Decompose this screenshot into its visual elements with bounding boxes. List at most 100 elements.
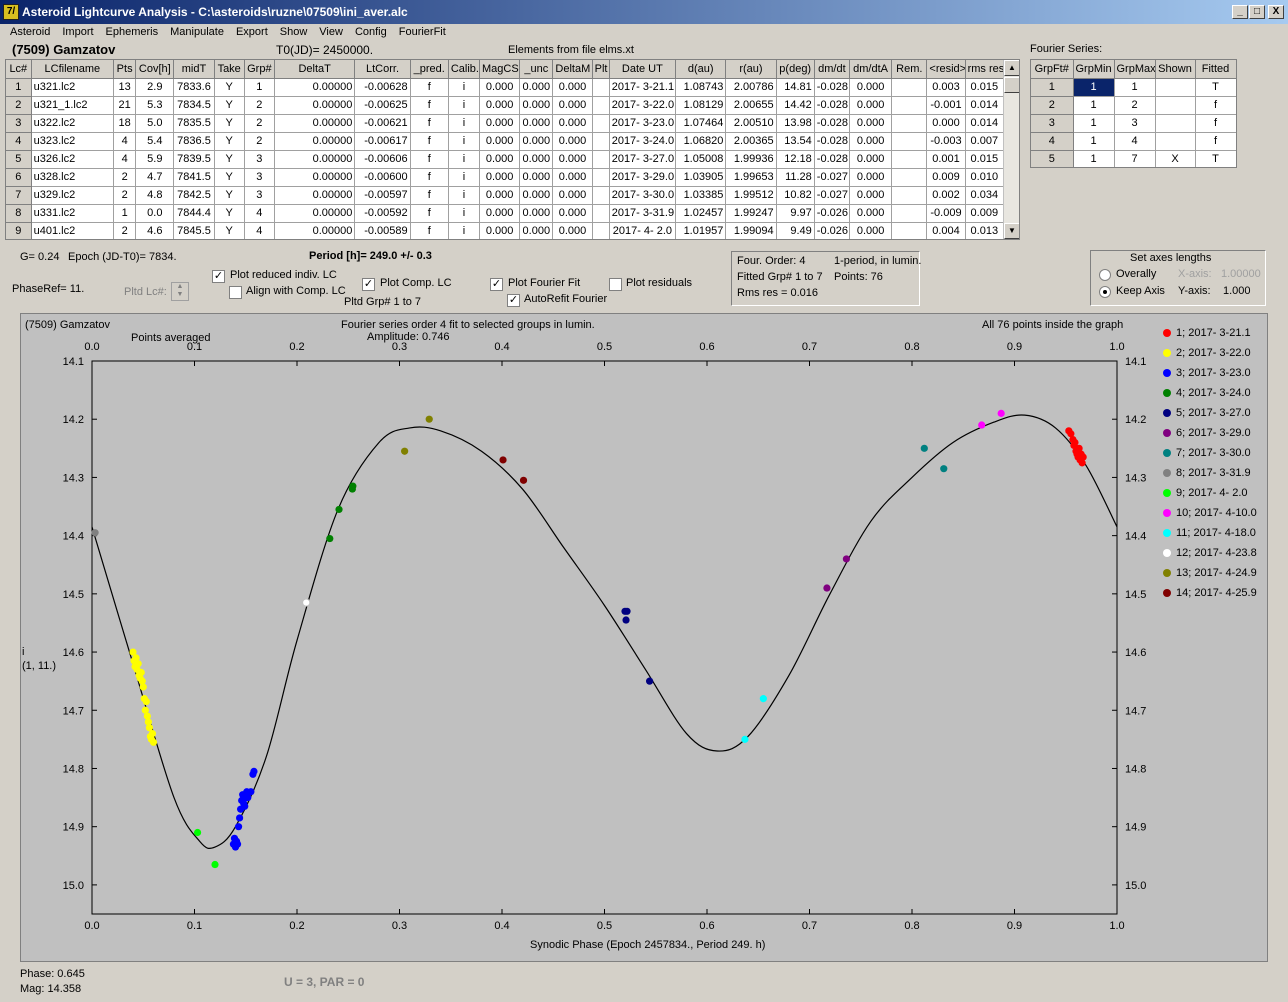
table-cell[interactable]: 7842.5 xyxy=(173,186,215,205)
table-cell[interactable]: 7845.5 xyxy=(173,222,215,239)
table-cell[interactable]: -0.009 xyxy=(926,204,966,223)
table-cell[interactable]: 1.99936 xyxy=(725,150,777,169)
lc-col-header[interactable]: LtCorr. xyxy=(354,60,411,79)
table-cell[interactable]: i xyxy=(448,150,481,169)
table-cell[interactable]: 0.000 xyxy=(479,96,521,115)
table-cell[interactable]: 0.014 xyxy=(965,96,1005,115)
table-cell[interactable]: 1 xyxy=(1073,96,1115,115)
table-cell[interactable]: i xyxy=(448,204,481,223)
lc-col-header[interactable]: Calib. xyxy=(448,60,481,79)
fourier-col-header[interactable]: GrpMax xyxy=(1114,60,1156,79)
menu-manipulate[interactable]: Manipulate xyxy=(164,24,230,41)
table-cell[interactable]: 1.99094 xyxy=(725,222,777,239)
table-cell[interactable]: Y xyxy=(214,78,245,97)
lc-col-header[interactable]: Take xyxy=(214,60,245,79)
table-cell[interactable]: f xyxy=(1195,114,1236,133)
table-cell[interactable]: 4.8 xyxy=(135,186,175,205)
table-cell[interactable] xyxy=(891,204,928,223)
table-cell[interactable]: 13 xyxy=(113,78,137,97)
table-cell[interactable]: 5.4 xyxy=(135,132,175,151)
table-cell[interactable]: 7834.5 xyxy=(173,96,215,115)
table-cell[interactable]: 1 xyxy=(113,204,137,223)
table-cell[interactable]: u331.lc2 xyxy=(31,204,115,223)
table-cell[interactable]: 5 xyxy=(1031,150,1074,167)
table-cell[interactable]: 0.034 xyxy=(965,186,1005,205)
table-cell[interactable]: 5.0 xyxy=(135,114,175,133)
table-cell[interactable]: 0.00000 xyxy=(274,114,356,133)
table-cell[interactable]: 0.000 xyxy=(849,168,893,187)
table-cell[interactable]: -0.028 xyxy=(814,78,850,97)
lc-col-header[interactable]: _pred. xyxy=(410,60,449,79)
table-cell[interactable]: 0.000 xyxy=(552,168,593,187)
table-cell[interactable]: 7839.5 xyxy=(173,150,215,169)
table-cell[interactable]: -0.028 xyxy=(814,114,850,133)
table-cell[interactable]: 0.000 xyxy=(519,78,554,97)
table-cell[interactable]: -0.00597 xyxy=(354,186,411,205)
table-cell[interactable]: 0.00000 xyxy=(274,186,356,205)
table-cell[interactable]: 7844.4 xyxy=(173,204,215,223)
table-cell[interactable]: i xyxy=(448,96,481,115)
table-cell[interactable]: 11.28 xyxy=(776,168,815,187)
table-cell[interactable]: 0.000 xyxy=(552,150,593,169)
table-cell[interactable]: 4 xyxy=(113,150,137,169)
table-cell[interactable]: 7833.6 xyxy=(173,78,215,97)
table-cell[interactable]: 1 xyxy=(244,78,275,97)
table-cell[interactable]: 3 xyxy=(244,186,275,205)
keep-axis-radio[interactable] xyxy=(1099,286,1111,298)
plot-reduced-checkbox[interactable]: ✓ xyxy=(212,270,225,283)
table-cell[interactable]: 4 xyxy=(1114,132,1156,151)
table-cell[interactable]: i xyxy=(448,114,481,133)
table-cell[interactable]: -0.028 xyxy=(814,150,850,169)
scroll-down-icon[interactable]: ▼ xyxy=(1004,223,1019,239)
table-cell[interactable]: u321.lc2 xyxy=(31,78,115,97)
table-cell[interactable]: 4 xyxy=(113,132,137,151)
table-row[interactable]: 9 u401.lc2 2 4.6 7845.5 Y 4 0.00000 -0.00589 f i 0.… xyxy=(6,222,1005,239)
plot-residuals-checkbox[interactable] xyxy=(609,278,622,291)
table-cell[interactable] xyxy=(592,222,610,239)
table-cell[interactable]: 2.00655 xyxy=(725,96,777,115)
table-cell[interactable]: 7835.5 xyxy=(173,114,215,133)
table-cell[interactable]: 0.000 xyxy=(849,150,893,169)
menu-view[interactable]: View xyxy=(313,24,349,41)
table-cell[interactable]: 0.00000 xyxy=(274,204,356,223)
table-cell[interactable]: 2.00510 xyxy=(725,114,777,133)
table-cell[interactable]: 0.000 xyxy=(479,114,521,133)
lc-col-header[interactable]: DeltaT xyxy=(274,60,356,79)
table-cell[interactable]: 0.000 xyxy=(926,114,966,133)
table-cell[interactable]: 0.004 xyxy=(926,222,966,239)
close-button[interactable]: X xyxy=(1268,5,1284,19)
table-cell[interactable]: 21 xyxy=(113,96,137,115)
table-cell[interactable] xyxy=(891,168,928,187)
table-cell[interactable]: 0.000 xyxy=(479,78,521,97)
table-row[interactable]: 111T xyxy=(1031,78,1236,97)
table-cell[interactable]: u326.lc2 xyxy=(31,150,115,169)
table-cell[interactable]: 2 xyxy=(1114,96,1156,115)
table-cell[interactable]: -0.00592 xyxy=(354,204,411,223)
table-row[interactable]: 6 u328.lc2 2 4.7 7841.5 Y 3 0.00000 -0.00600 f i 0.… xyxy=(6,168,1005,187)
table-cell[interactable]: 0.000 xyxy=(479,186,521,205)
table-cell[interactable]: 1.05008 xyxy=(675,150,727,169)
table-cell[interactable]: 4.6 xyxy=(135,222,175,239)
table-cell[interactable]: 0.015 xyxy=(965,78,1005,97)
lc-col-header[interactable]: r(au) xyxy=(725,60,777,79)
table-cell[interactable]: Y xyxy=(214,186,245,205)
table-cell[interactable]: f xyxy=(410,132,449,151)
fourier-series-table[interactable]: GrpFt# GrpMin GrpMax Shown Fitted 111T212f31… xyxy=(1030,59,1237,168)
table-cell[interactable]: f xyxy=(1195,96,1236,115)
table-cell[interactable]: 8 xyxy=(6,204,32,223)
table-cell[interactable]: 1.99512 xyxy=(725,186,777,205)
table-cell[interactable]: f xyxy=(410,78,449,97)
lc-col-header[interactable]: rms res xyxy=(965,60,1005,79)
table-cell[interactable]: 0.000 xyxy=(552,78,593,97)
table-cell[interactable] xyxy=(592,168,610,187)
table-cell[interactable]: 2017- 3-29.0 xyxy=(609,168,677,187)
table-cell[interactable]: 4 xyxy=(6,132,32,151)
table-cell[interactable]: u329.lc2 xyxy=(31,186,115,205)
table-cell[interactable]: -0.028 xyxy=(814,132,850,151)
plot-comp-checkbox[interactable]: ✓ xyxy=(362,278,375,291)
table-cell[interactable]: 2017- 3-21.1 xyxy=(609,78,677,97)
table-cell[interactable]: i xyxy=(448,168,481,187)
fourier-col-header[interactable]: GrpMin xyxy=(1073,60,1115,79)
table-cell[interactable]: 0.000 xyxy=(849,186,893,205)
table-row[interactable]: 414 f xyxy=(1031,132,1236,151)
